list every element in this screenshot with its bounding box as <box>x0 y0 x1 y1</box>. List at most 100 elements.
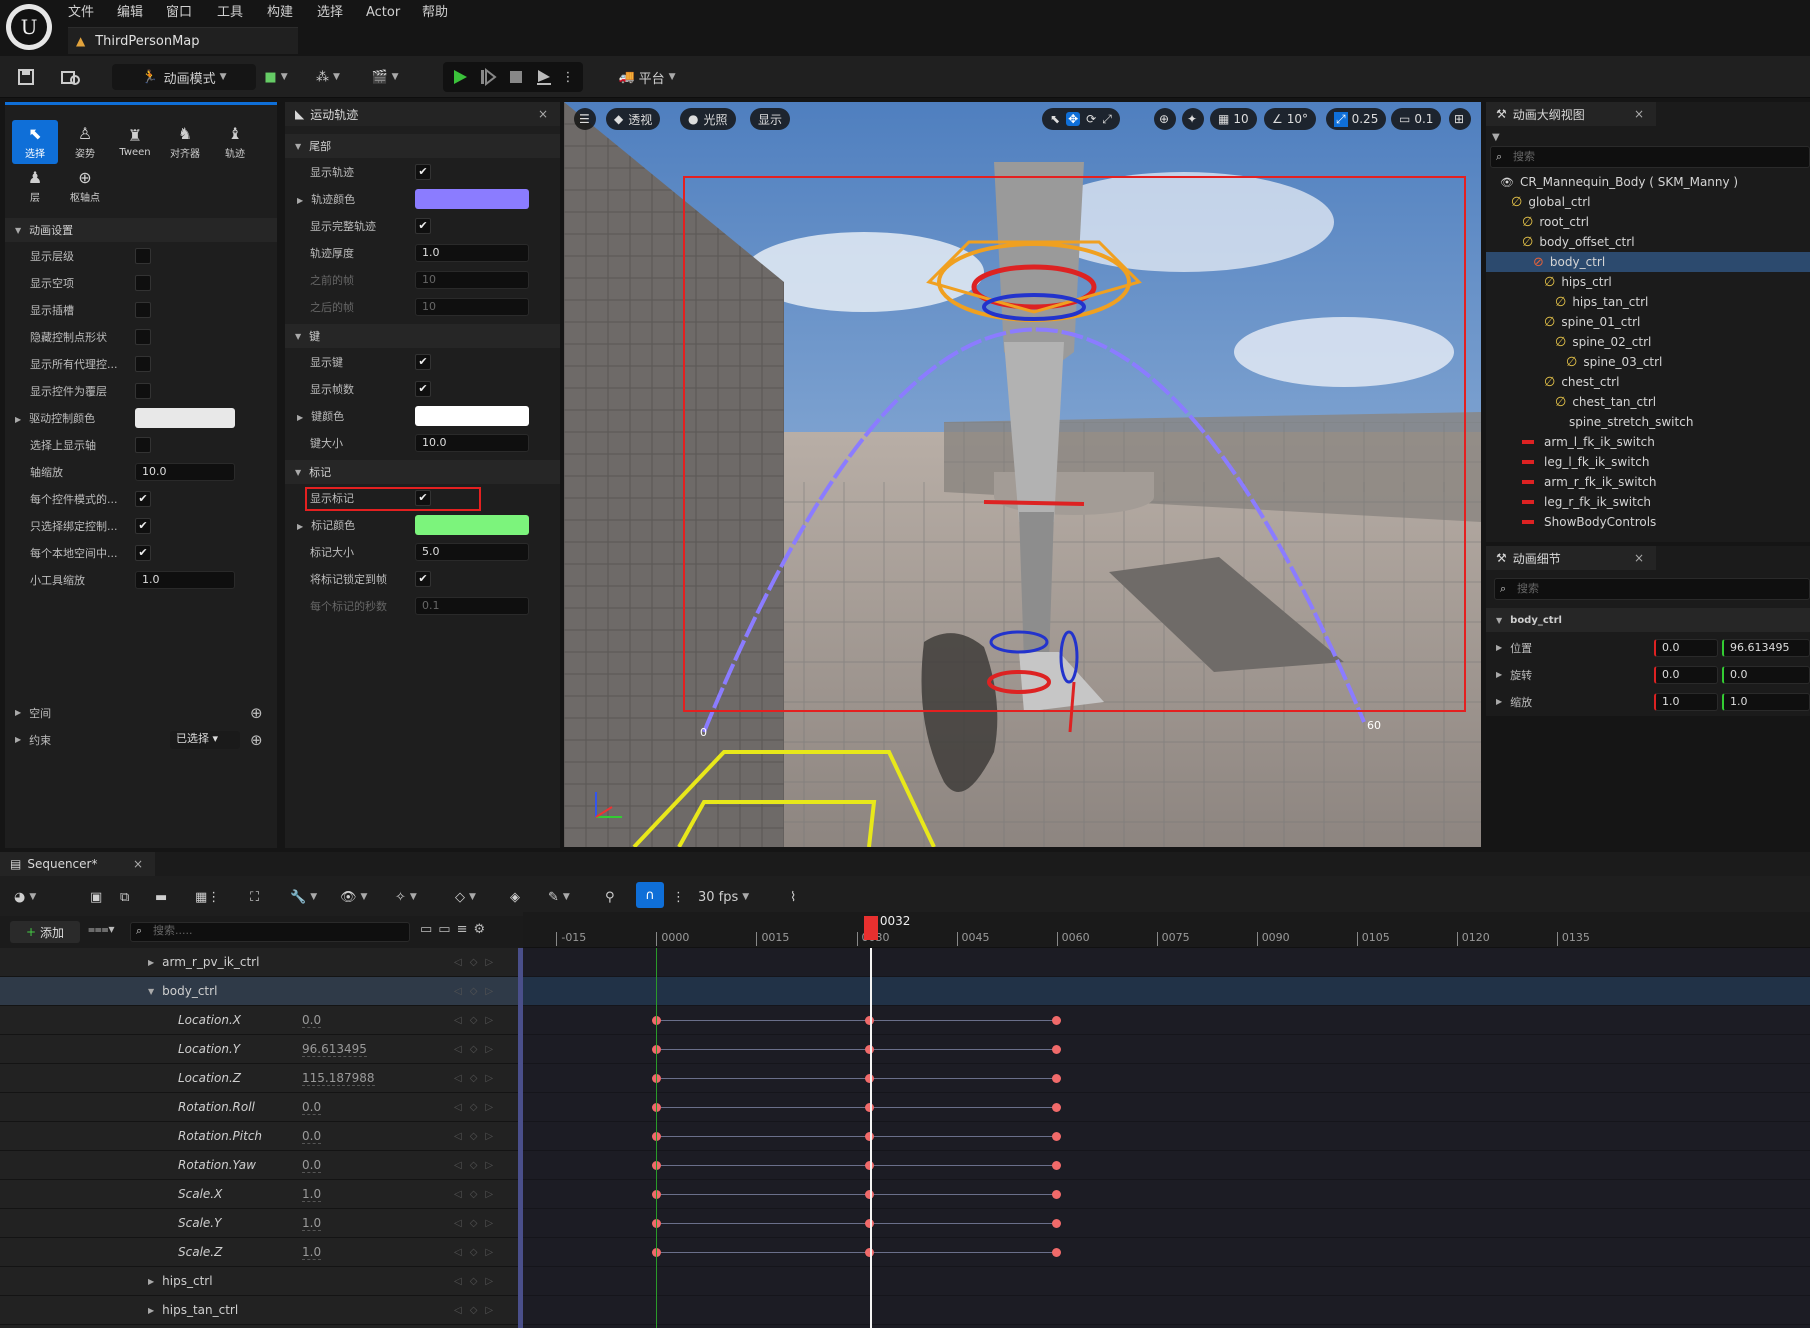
key-icon[interactable]: ◈ <box>510 884 520 910</box>
anim-setting-row[interactable]: ▶ 驱动控制颜色 <box>5 404 277 431</box>
motion-trail-tab[interactable]: ◣ 运动轨迹 × <box>285 102 560 126</box>
add-track-button[interactable]: + 添加 <box>10 921 80 943</box>
outliner-search[interactable]: ⌕ 搜索 <box>1490 146 1810 168</box>
track-lane[interactable] <box>523 1296 1810 1325</box>
track-lane[interactable] <box>523 1122 1810 1151</box>
checkbox[interactable]: ✔ <box>415 217 431 234</box>
track-row[interactable]: Rotation.Roll 0.0 ◁◇▷ <box>0 1093 523 1122</box>
anim-settings-header[interactable]: ▼ 动画设置 <box>5 218 277 242</box>
trail-section-header[interactable]: ▼ 键 <box>285 324 560 348</box>
mode-select[interactable]: ⬉ 选择 <box>12 120 58 164</box>
track-row[interactable]: Location.Z 115.187988 ◁◇▷ <box>0 1064 523 1093</box>
outliner-item[interactable]: ∅ spine_03_ctrl <box>1486 352 1810 372</box>
mode-layer[interactable]: ♟ 层 <box>12 164 58 208</box>
key-nav-icon[interactable]: ◁◇▷ <box>454 1102 501 1113</box>
menu-window[interactable]: 窗口 <box>166 3 192 23</box>
playhead-handle[interactable] <box>863 916 878 940</box>
checkbox[interactable] <box>135 274 151 291</box>
track-row[interactable]: ▶ arm_r_pv_ik_ctrl ◁◇▷ <box>0 948 523 977</box>
trail-setting-row[interactable]: ▶ 标记颜色 <box>285 511 560 538</box>
number-field[interactable]: 1.0 <box>135 570 235 589</box>
actor-bind-icon[interactable]: ⛶ <box>250 884 259 910</box>
checkbox[interactable]: ✔ <box>415 353 431 370</box>
keyframe-dot[interactable] <box>1052 1248 1062 1257</box>
track-lane[interactable] <box>523 1238 1810 1267</box>
track-lane[interactable] <box>523 1093 1810 1122</box>
outliner-item[interactable]: arm_l_fk_ik_switch <box>1486 432 1810 452</box>
expand-arrow-icon[interactable]: ▼ <box>148 987 154 996</box>
scale-icon[interactable]: ⤢ <box>1102 112 1112 127</box>
outliner-item[interactable]: ShowBodyControls <box>1486 512 1810 532</box>
track-lane[interactable] <box>523 977 1810 1006</box>
number-field[interactable]: 1.0 <box>415 243 529 262</box>
anim-setting-row[interactable]: 每个本地空间中... ✔ <box>5 539 277 566</box>
playhead-line[interactable] <box>869 948 872 1328</box>
outliner-item[interactable]: leg_r_fk_ik_switch <box>1486 492 1810 512</box>
playback-options-icon[interactable]: ✧ ▼ <box>395 884 417 910</box>
mode-aligner[interactable]: ♞ 对齐器 <box>162 120 208 164</box>
trail-setting-row[interactable]: 显示轨迹 ✔ <box>285 158 560 185</box>
trail-setting-row[interactable]: 每个标记的秒数 0.1 <box>285 592 560 619</box>
scale-snap-button[interactable]: ⤢ 0.25 <box>1326 108 1387 130</box>
edit-icon[interactable]: ✎ ▼ <box>548 884 570 910</box>
track-value[interactable]: 0.0 <box>302 1100 322 1115</box>
track-lane[interactable] <box>523 1267 1810 1296</box>
track-row[interactable]: Scale.Y 1.0 ◁◇▷ <box>0 1209 523 1238</box>
track-value[interactable]: 0.0 <box>302 1129 322 1144</box>
expand-arrow-icon[interactable]: ▶ <box>148 958 154 967</box>
step-icon[interactable] <box>476 64 500 90</box>
track-row[interactable]: ▶ hips_ctrl ◁◇▷ <box>0 1267 523 1296</box>
level-tab[interactable]: ▲ ThirdPersonMap <box>68 27 298 54</box>
blueprint-icon[interactable]: ⁂ ▼ <box>308 64 348 90</box>
track-row[interactable]: Scale.Z 1.0 ◁◇▷ <box>0 1238 523 1267</box>
key-nav-icon[interactable]: ◁◇▷ <box>454 1044 501 1055</box>
color-swatch[interactable] <box>415 188 529 209</box>
checkbox[interactable]: ✔ <box>415 380 431 397</box>
unreal-logo-icon[interactable]: U <box>6 4 52 50</box>
add-actor-icon[interactable]: ■ ▼ <box>256 64 296 90</box>
outliner-item[interactable]: ∅ body_offset_ctrl <box>1486 232 1810 252</box>
world-icon[interactable]: ◕ ▼ <box>14 884 36 910</box>
outliner-item[interactable]: ∅ root_ctrl <box>1486 212 1810 232</box>
outliner-item[interactable]: ∅ hips_ctrl <box>1486 272 1810 292</box>
mode-pose[interactable]: ♙ 姿势 <box>62 120 108 164</box>
trail-setting-row[interactable]: ▶ 键颜色 <box>285 402 560 429</box>
checkbox[interactable]: ✔ <box>415 570 431 587</box>
checkbox[interactable] <box>135 355 151 372</box>
close-icon[interactable]: × <box>133 857 143 871</box>
perspective-button[interactable]: ◆ 透视 <box>606 108 661 130</box>
close-icon[interactable]: × <box>1634 551 1644 565</box>
details-row[interactable]: ▶ 旋转 0.0 0.0 <box>1486 661 1810 688</box>
anim-setting-row[interactable]: 选择上显示轴 <box>5 431 277 458</box>
stop-icon[interactable] <box>504 64 528 90</box>
keyframe-dot[interactable] <box>1052 1219 1062 1228</box>
translate-icon[interactable]: ✥ <box>1066 112 1081 126</box>
eject-icon[interactable] <box>532 64 556 90</box>
keyframe-dot[interactable] <box>1052 1016 1062 1025</box>
x-field[interactable]: 0.0 <box>1654 638 1718 657</box>
anim-setting-row[interactable]: 显示所有代理控... <box>5 350 277 377</box>
tools-icon[interactable]: 🔧 ▼ <box>290 884 317 910</box>
checkbox[interactable] <box>135 436 151 453</box>
key-nav-icon[interactable]: ◁◇▷ <box>454 1131 501 1142</box>
y-field[interactable]: 96.613495 <box>1722 638 1810 657</box>
number-field[interactable]: 0.1 <box>415 596 529 615</box>
show-button[interactable]: 显示 <box>750 108 791 130</box>
add-circle-icon[interactable]: ⊕ <box>250 731 263 749</box>
outliner-item[interactable]: arm_r_fk_ik_switch <box>1486 472 1810 492</box>
time-ruler[interactable]: -015000000150030004500600075009001050120… <box>523 912 1810 948</box>
number-field[interactable]: 5.0 <box>415 542 529 561</box>
mode-trail[interactable]: ♝ 轨迹 <box>212 120 258 164</box>
select-arrow-icon[interactable]: ⬉ <box>1050 112 1060 126</box>
checkbox[interactable]: ✔ <box>135 490 151 507</box>
keyframe-dot[interactable] <box>1052 1132 1062 1141</box>
save-sequence-icon[interactable]: ▣ <box>90 884 102 910</box>
view-options-icon[interactable]: 👁 ▼ <box>340 884 367 910</box>
keyframe-dot[interactable] <box>1052 1045 1062 1054</box>
track-lane[interactable] <box>523 1180 1810 1209</box>
track-row[interactable]: ▼ body_ctrl ◁◇▷ <box>0 977 523 1006</box>
checkbox[interactable] <box>135 247 151 264</box>
surface-snap-icon[interactable]: ✦ <box>1182 108 1204 130</box>
rotation-snap-button[interactable]: ∠ 10° <box>1264 108 1317 130</box>
track-row[interactable]: Rotation.Yaw 0.0 ◁◇▷ <box>0 1151 523 1180</box>
